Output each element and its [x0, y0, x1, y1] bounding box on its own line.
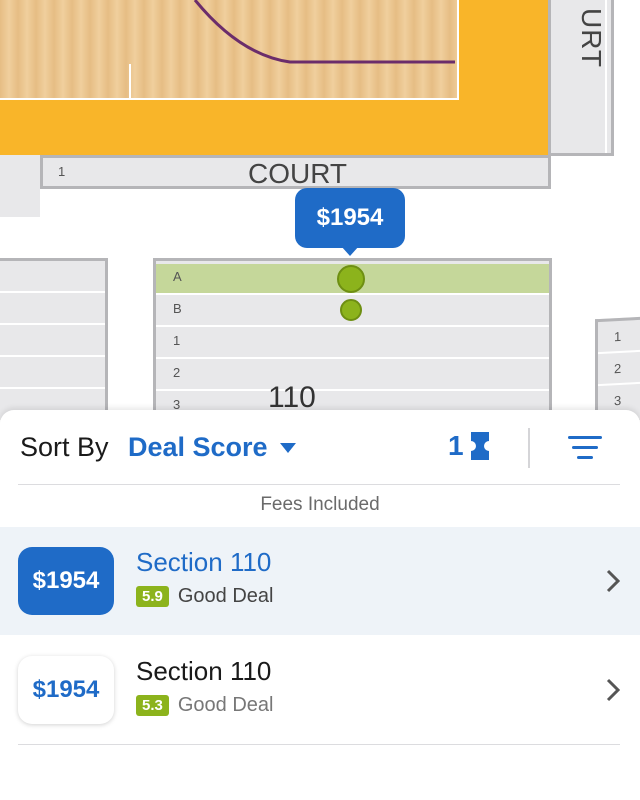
row-label-a: A — [173, 269, 182, 284]
deal-score-chip: 5.9 — [136, 586, 169, 607]
toolbar-divider — [528, 428, 530, 468]
listings-panel: Sort By Deal Score 1 Fees Included $1954… — [0, 410, 640, 800]
section-left[interactable] — [0, 258, 108, 420]
sort-dropdown[interactable]: Deal Score — [128, 432, 296, 463]
ticket-icon — [470, 432, 489, 460]
filter-button[interactable] — [568, 434, 604, 462]
court-area — [0, 0, 548, 155]
seat-dot-b[interactable] — [340, 299, 362, 321]
side-court-section[interactable]: URT — [548, 0, 614, 156]
listing-price-badge: $1954 — [18, 547, 114, 615]
listing-price: $1954 — [32, 676, 100, 703]
section-110[interactable]: A B 1 2 3 110 — [153, 258, 552, 420]
right-row-2: 2 — [614, 360, 622, 377]
listing-row[interactable]: $1954 Section 110 5.3 Good Deal — [0, 636, 640, 744]
listing-section: Section 110 — [136, 547, 272, 577]
court-lines — [129, 0, 455, 98]
row-label-1: 1 — [173, 333, 181, 348]
listing-section: Section 110 — [136, 656, 272, 686]
sort-bar-divider — [18, 484, 620, 485]
deal-score-chip: 5.3 — [136, 695, 169, 716]
sort-value: Deal Score — [128, 432, 268, 462]
deal-score-row: 5.3 Good Deal — [136, 694, 273, 717]
right-row-3: 3 — [614, 392, 622, 409]
seat-dot-a[interactable] — [337, 265, 365, 293]
listing-price-badge: $1954 — [18, 656, 114, 724]
price-bubble-text: $1954 — [316, 204, 384, 231]
row-label-2: 2 — [173, 365, 181, 380]
court-label: COURT — [248, 158, 348, 189]
court-floor — [0, 0, 459, 100]
ticket-count: 1 — [448, 430, 464, 461]
deal-label: Good Deal — [177, 585, 274, 607]
price-bubble-pointer — [341, 246, 359, 256]
section-right[interactable]: 1 2 3 — [595, 316, 640, 420]
listing-row[interactable]: $1954 Section 110 5.9 Good Deal — [0, 527, 640, 635]
fees-note: Fees Included — [260, 494, 380, 515]
ticket-quantity-button[interactable]: 1 — [448, 430, 491, 462]
sort-bar: Sort By Deal Score 1 — [0, 410, 640, 484]
row-label-b: B — [173, 301, 182, 316]
right-row-1: 1 — [614, 328, 622, 345]
chevron-right-icon — [606, 678, 620, 702]
caret-down-icon — [279, 442, 296, 453]
map-left-block — [0, 155, 40, 217]
sort-by-label: Sort By — [20, 432, 109, 462]
listing-divider — [18, 744, 620, 745]
deal-label: Good Deal — [177, 694, 274, 716]
listing-price: $1954 — [32, 567, 100, 594]
chevron-right-icon — [606, 569, 620, 593]
deal-score-row: 5.9 Good Deal — [136, 585, 273, 608]
court-row-number: 1 — [58, 164, 66, 179]
seat-map[interactable]: URT 1 COURT A B 1 2 3 110 1 2 3 $1954 — [0, 0, 640, 420]
filter-lines-icon — [568, 436, 602, 459]
side-court-label: URT — [576, 7, 608, 69]
price-bubble[interactable]: $1954 — [295, 188, 405, 256]
court-row-section[interactable]: 1 COURT — [40, 155, 551, 189]
